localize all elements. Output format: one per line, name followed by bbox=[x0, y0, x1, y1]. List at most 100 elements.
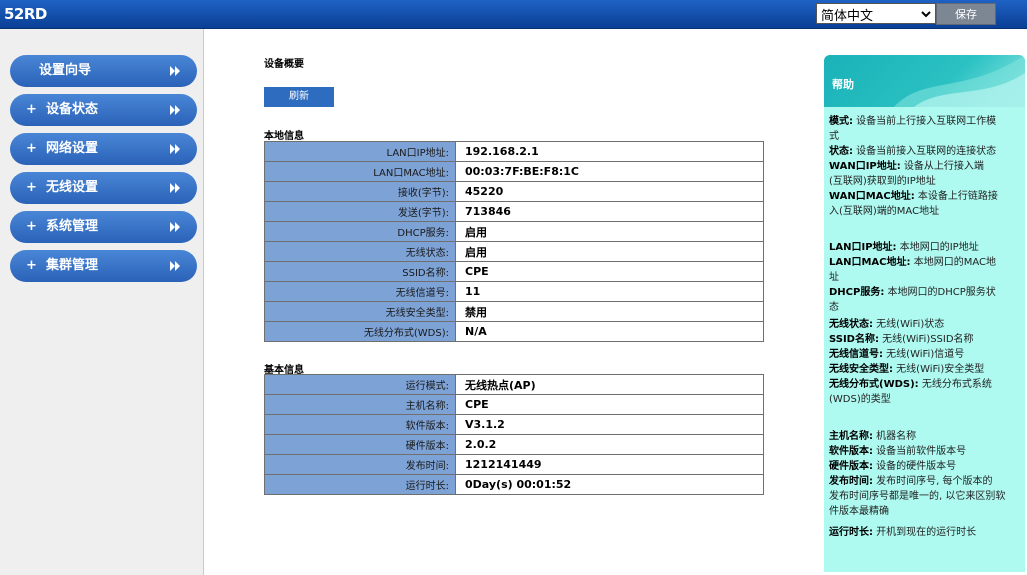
row-label: 发布时间: bbox=[264, 454, 456, 475]
help-desc: 本设备上行链路接 bbox=[914, 191, 998, 202]
help-term: 硬件版本: bbox=[829, 461, 873, 472]
help-desc: 设备的硬件版本号 bbox=[873, 461, 957, 472]
table-row: LAN口IP地址: 192.168.2.1 bbox=[264, 141, 764, 162]
row-value: V3.1.2 bbox=[455, 414, 764, 435]
help-header: 帮助 bbox=[824, 55, 1025, 107]
help-desc: 发布时间序号都是唯一的, 以它来区别软 bbox=[829, 491, 1006, 502]
help-line: DHCP服务: 本地网口的DHCP服务状 bbox=[829, 285, 1021, 300]
row-label: DHCP服务: bbox=[264, 221, 456, 242]
table-row: DHCP服务: 启用 bbox=[264, 221, 764, 242]
row-label: 无线安全类型: bbox=[264, 301, 456, 322]
row-value: 启用 bbox=[455, 241, 764, 262]
save-button[interactable]: 保存 bbox=[936, 3, 996, 25]
help-term: 模式: bbox=[829, 116, 853, 127]
row-label: LAN口MAC地址: bbox=[264, 161, 456, 182]
language-select[interactable]: 简体中文 bbox=[816, 3, 936, 24]
sidebar-item-prefix: + bbox=[26, 180, 37, 195]
page-title: 设备概要 bbox=[264, 59, 304, 70]
sidebar-item-system-management[interactable]: + 系统管理 bbox=[10, 211, 197, 243]
help-line: 式 bbox=[829, 129, 1021, 144]
help-title: 帮助 bbox=[832, 78, 854, 91]
table-row: SSID名称: CPE bbox=[264, 261, 764, 282]
wave-decoration-icon bbox=[894, 55, 1025, 107]
sidebar-item-prefix: + bbox=[26, 219, 37, 234]
help-term: 运行时长: bbox=[829, 527, 873, 538]
sidebar-item-label: 集群管理 bbox=[45, 258, 98, 273]
help-desc: 设备当前软件版本号 bbox=[873, 446, 967, 457]
help-line: 软件版本: 设备当前软件版本号 bbox=[829, 444, 1021, 459]
row-value: 713846 bbox=[455, 201, 764, 222]
language-select-value: 简体中文 bbox=[821, 9, 874, 24]
help-line: 件版本最精确 bbox=[829, 504, 1021, 519]
sidebar-item-label: 无线设置 bbox=[45, 180, 98, 195]
sidebar-item-wireless-settings[interactable]: + 无线设置 bbox=[10, 172, 197, 204]
help-line: (互联网)获取到的IP地址 bbox=[829, 174, 1021, 189]
help-desc: 设备当前接入互联网的连接状态 bbox=[853, 146, 997, 157]
help-line: 主机名称: 机器名称 bbox=[829, 429, 1021, 444]
help-term: WAN口MAC地址: bbox=[829, 191, 915, 202]
table-row: 发送(字节): 713846 bbox=[264, 201, 764, 222]
basic-info-table: 运行模式: 无线热点(AP) 主机名称: CPE 软件版本: V3.1.2 硬件版本: 2.0… bbox=[264, 374, 764, 495]
table-row: 硬件版本: 2.0.2 bbox=[264, 434, 764, 455]
row-value: 00:03:7F:BE:F8:1C bbox=[455, 161, 764, 182]
row-value: 启用 bbox=[455, 221, 764, 242]
help-line: 模式: 设备当前上行接入互联网工作模 bbox=[829, 114, 1021, 129]
help-term: 无线状态: bbox=[829, 319, 873, 330]
row-value: 192.168.2.1 bbox=[455, 141, 764, 162]
help-term: 软件版本: bbox=[829, 446, 873, 457]
help-term: 主机名称: bbox=[829, 431, 873, 442]
table-row: 接收(字节): 45220 bbox=[264, 181, 764, 202]
help-term: SSID名称: bbox=[829, 334, 879, 345]
table-row: 无线分布式(WDS): N/A bbox=[264, 321, 764, 342]
main-content: 设备概要 刷新 本地信息 LAN口IP地址: 192.168.2.1 LAN口MAC… bbox=[204, 29, 824, 575]
help-term: LAN口IP地址: bbox=[829, 242, 897, 253]
row-value: N/A bbox=[455, 321, 764, 342]
row-value: 无线热点(AP) bbox=[455, 374, 764, 395]
help-term: 状态: bbox=[829, 146, 853, 157]
help-desc: 无线(WiFi)状态 bbox=[873, 319, 945, 330]
router-admin-page: 52RD 简体中文 保存 设置向导 + 设备状态 + 网络设置 + 无线设置 +… bbox=[0, 0, 1027, 575]
help-line: 无线信道号: 无线(WiFi)信道号 bbox=[829, 347, 1021, 362]
help-desc: 无线(WiFi)信道号 bbox=[883, 349, 965, 360]
sidebar-item-network-settings[interactable]: + 网络设置 bbox=[10, 133, 197, 165]
table-row: 无线安全类型: 禁用 bbox=[264, 301, 764, 322]
double-chevron-right-icon bbox=[170, 261, 180, 271]
help-line: LAN口MAC地址: 本地网口的MAC地 bbox=[829, 255, 1021, 270]
help-desc: (互联网)获取到的IP地址 bbox=[829, 176, 936, 187]
sidebar-item-setup-wizard[interactable]: 设置向导 bbox=[10, 55, 197, 87]
table-row: LAN口MAC地址: 00:03:7F:BE:F8:1C bbox=[264, 161, 764, 182]
row-label: LAN口IP地址: bbox=[264, 141, 456, 162]
help-desc: (WDS)的类型 bbox=[829, 394, 891, 405]
row-value: 0Day(s) 00:01:52 bbox=[455, 474, 764, 495]
help-term: WAN口IP地址: bbox=[829, 161, 901, 172]
help-line: 入(互联网)端的MAC地址 bbox=[829, 204, 1021, 219]
top-bar: 52RD 简体中文 保存 bbox=[0, 0, 1027, 29]
help-desc: 无线分布式系统 bbox=[918, 379, 992, 390]
table-row: 无线信道号: 11 bbox=[264, 281, 764, 302]
help-term: 无线信道号: bbox=[829, 349, 883, 360]
help-line: 态 bbox=[829, 300, 1021, 315]
help-desc: 无线(WiFi)SSID名称 bbox=[878, 334, 974, 345]
sidebar: 设置向导 + 设备状态 + 网络设置 + 无线设置 + 系统管理 + 集群管理 bbox=[0, 29, 204, 575]
local-info-table: LAN口IP地址: 192.168.2.1 LAN口MAC地址: 00:03:7F:B… bbox=[264, 141, 764, 342]
table-row: 发布时间: 1212141449 bbox=[264, 454, 764, 475]
help-line: 址 bbox=[829, 270, 1021, 285]
sidebar-item-label: 设备状态 bbox=[45, 102, 98, 117]
sidebar-item-cluster-management[interactable]: + 集群管理 bbox=[10, 250, 197, 282]
sidebar-item-device-status[interactable]: + 设备状态 bbox=[10, 94, 197, 126]
help-line: (WDS)的类型 bbox=[829, 392, 1021, 407]
help-line: 运行时长: 开机到现在的运行时长 bbox=[829, 525, 1021, 540]
help-desc: 开机到现在的运行时长 bbox=[873, 527, 977, 538]
row-label: 无线信道号: bbox=[264, 281, 456, 302]
chevron-down-icon bbox=[921, 11, 931, 18]
local-info-title: 本地信息 bbox=[264, 131, 304, 142]
help-body: 模式: 设备当前上行接入互联网工作模式状态: 设备当前接入互联网的连接状态 WAN… bbox=[824, 107, 1025, 572]
refresh-button[interactable]: 刷新 bbox=[264, 87, 334, 107]
row-value: 45220 bbox=[455, 181, 764, 202]
double-chevron-right-icon bbox=[170, 222, 180, 232]
row-label: 运行时长: bbox=[264, 474, 456, 495]
help-line: 硬件版本: 设备的硬件版本号 bbox=[829, 459, 1021, 474]
row-label: 运行模式: bbox=[264, 374, 456, 395]
help-desc: 本地网口的IP地址 bbox=[896, 242, 979, 253]
help-desc: 发布时间序号, 每个版本的 bbox=[873, 476, 993, 487]
